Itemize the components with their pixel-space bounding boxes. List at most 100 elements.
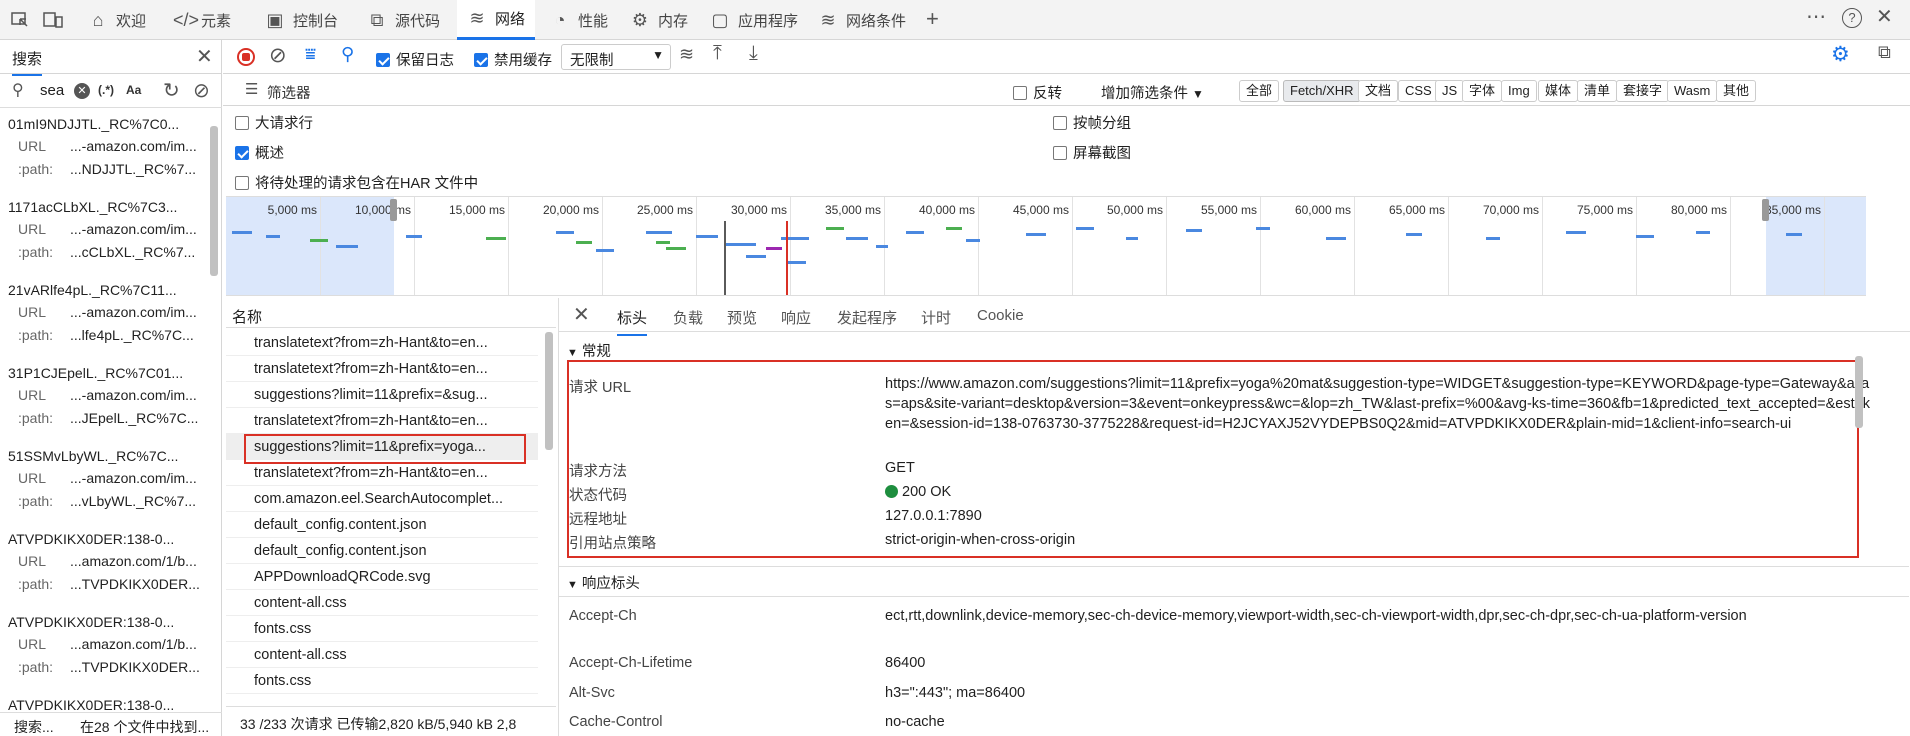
search-icon[interactable]: ⚲ <box>341 44 354 65</box>
memory-icon: ⚙ <box>631 9 649 30</box>
request-row[interactable]: fonts.css <box>226 616 538 642</box>
search-result-item[interactable]: 1171acCLbXL._RC%7C3... URL ...-amazon.co… <box>0 199 210 274</box>
tab-sources[interactable]: ⧉ 源代码 <box>357 0 450 40</box>
search-result-item[interactable]: 51SSMvLbyWL._RC%7C... URL ...-amazon.com… <box>0 448 210 523</box>
record-icon[interactable] <box>237 48 255 66</box>
column-header-name[interactable]: 名称 <box>226 298 556 328</box>
filter-chip-font[interactable]: 字体 <box>1462 80 1503 102</box>
tab-timing[interactable]: 计时 <box>921 307 951 328</box>
request-row[interactable]: com.amazon.eel.SearchAutocomplet... <box>226 486 538 512</box>
filter-chip-manifest[interactable]: 清单 <box>1577 80 1618 102</box>
result-path: ...cCLbXL._RC%7... <box>70 244 196 260</box>
tab-payload[interactable]: 负载 <box>673 307 703 328</box>
request-row[interactable]: translatetext?from=zh-Hant&to=en... <box>226 408 538 434</box>
request-row[interactable]: default_config.content.json <box>226 538 538 564</box>
header-key: Accept-Ch <box>569 608 637 624</box>
scrollbar[interactable] <box>210 126 218 276</box>
tab-cookies[interactable]: Cookie <box>977 307 1024 324</box>
scrollbar[interactable] <box>545 332 553 450</box>
timeline-overview[interactable]: 5,000 ms 10,000 ms 15,000 ms 20,000 ms 25,00… <box>226 196 1866 296</box>
screenshots-checkbox[interactable]: 屏幕截图 <box>1053 142 1131 163</box>
close-icon[interactable]: ✕ <box>1876 4 1893 29</box>
request-row[interactable]: fonts.css <box>226 668 538 694</box>
tab-response[interactable]: 响应 <box>781 307 811 328</box>
disable-cache-checkbox[interactable]: 禁用缓存 <box>474 49 552 70</box>
tab-application[interactable]: ▢ 应用程序 <box>700 0 808 40</box>
filter-chip-media[interactable]: 媒体 <box>1538 80 1579 102</box>
search-result-item[interactable]: ATVPDKIKX0DER:138-0... URL ...amazon.com… <box>0 614 210 689</box>
filter-chip-all[interactable]: 全部 <box>1239 80 1280 102</box>
settings-icon[interactable]: ⚙ <box>1831 42 1850 67</box>
refresh-icon[interactable]: ↻ <box>163 78 180 103</box>
tab-welcome[interactable]: ⌂ 欢迎 <box>78 0 156 40</box>
throttling-select[interactable]: 无限制 ▼ <box>561 44 671 70</box>
tab-search[interactable]: 搜索 <box>12 48 43 76</box>
tab-initiator[interactable]: 发起程序 <box>837 307 897 328</box>
request-row[interactable]: content-all.css <box>226 642 538 668</box>
filter-chip-doc[interactable]: 文档 <box>1358 80 1399 102</box>
clear-icon[interactable]: ✕ <box>74 83 90 99</box>
upload-icon[interactable]: ⤒ <box>713 42 722 65</box>
request-row[interactable]: suggestions?limit=11&prefix=&sug... <box>226 382 538 408</box>
search-result-item[interactable]: 01mI9NDJJTL._RC%7C0... URL ...-amazon.co… <box>0 116 210 191</box>
regex-toggle[interactable]: (.*) <box>98 83 114 97</box>
filter-chip-img[interactable]: Img <box>1501 80 1537 102</box>
filter-chip-socket[interactable]: 套接字 <box>1616 80 1670 102</box>
more-filters-dropdown[interactable]: 增加筛选条件 ▼ <box>1101 82 1204 103</box>
dock-side-icon[interactable]: ⧉ <box>1878 42 1891 63</box>
overview-handle-left[interactable] <box>390 199 397 221</box>
big-rows-checkbox[interactable]: 大请求行 <box>235 112 313 133</box>
request-url-value: https://www.amazon.com/suggestions?limit… <box>885 376 1870 432</box>
tab-console[interactable]: ▣ 控制台 <box>255 0 348 40</box>
inspect-element-icon[interactable] <box>10 10 30 30</box>
tab-performance[interactable]: ◔ 性能 <box>540 0 618 40</box>
filter-chip-js[interactable]: JS <box>1435 80 1465 102</box>
har-pending-checkbox[interactable]: 将待处理的请求包含在HAR 文件中 <box>235 172 478 193</box>
search-input[interactable]: sea <box>40 82 64 99</box>
close-icon[interactable]: ✕ <box>573 302 590 327</box>
overview-handle-right[interactable] <box>1762 199 1769 221</box>
help-icon[interactable]: ? <box>1842 8 1862 28</box>
device-toolbar-icon[interactable] <box>42 10 64 30</box>
filter-chip-css[interactable]: CSS <box>1398 80 1439 102</box>
close-icon[interactable]: ✕ <box>196 44 213 69</box>
request-row[interactable]: default_config.content.json <box>226 512 538 538</box>
search-result-item[interactable]: 31P1CJEpelL._RC%7C01... URL ...-amazon.c… <box>0 365 210 440</box>
request-row[interactable]: translatetext?from=zh-Hant&to=en... <box>226 356 538 382</box>
filter-chip-wasm[interactable]: Wasm <box>1667 80 1718 102</box>
section-response-headers[interactable]: ▼ 响应标头 <box>567 572 640 593</box>
waterfall-bar <box>1326 237 1346 240</box>
request-row[interactable]: APPDownloadQRCode.svg <box>226 564 538 590</box>
clear-search-icon[interactable]: ⊘ <box>193 78 210 103</box>
filter-input[interactable]: 筛选器 <box>267 82 827 103</box>
tab-network-conditions[interactable]: ≋ 网络条件 <box>808 0 916 40</box>
clear-log-icon[interactable]: ⊘ <box>269 43 287 68</box>
overview-checkbox[interactable]: 概述 <box>235 142 284 163</box>
tab-label: 源代码 <box>395 12 441 30</box>
timeline-tick-label: 55,000 ms <box>1200 203 1257 217</box>
more-options-icon[interactable]: ⋯ <box>1806 4 1826 29</box>
scrollbar[interactable] <box>1855 356 1863 428</box>
result-path: ...TVPDKIKX0DER... <box>70 576 200 592</box>
add-tab-icon[interactable]: + <box>926 6 939 32</box>
match-case-toggle[interactable]: Aa <box>126 83 141 97</box>
search-result-item[interactable]: ATVPDKIKX0DER:138-0... URL ...amazon.com… <box>0 531 210 606</box>
code-icon: </> <box>173 9 200 30</box>
tab-network[interactable]: ≋ 网络 <box>457 0 536 40</box>
request-row[interactable]: content-all.css <box>226 590 538 616</box>
download-icon[interactable]: ⤓ <box>749 42 758 65</box>
request-row[interactable]: translatetext?from=zh-Hant&to=en... <box>226 330 538 356</box>
tab-memory[interactable]: ⚙ 内存 <box>620 0 698 40</box>
filter-chip-fetch-xhr[interactable]: Fetch/XHR <box>1283 80 1361 102</box>
filter-chip-other[interactable]: 其他 <box>1716 80 1757 102</box>
tab-preview[interactable]: 预览 <box>727 307 757 328</box>
preserve-log-checkbox[interactable]: 保留日志 <box>376 49 454 70</box>
tab-headers[interactable]: 标头 <box>617 307 648 336</box>
network-conditions-icon[interactable]: ≋ <box>679 44 694 65</box>
invert-checkbox[interactable]: 反转 <box>1013 82 1062 103</box>
section-general[interactable]: ▼ 常规 <box>567 340 611 361</box>
group-by-frame-checkbox[interactable]: 按帧分组 <box>1053 112 1131 133</box>
search-result-item[interactable]: 21vARlfe4pL._RC%7C11... URL ...-amazon.c… <box>0 282 210 357</box>
tab-elements[interactable]: </> 元素 <box>163 0 241 40</box>
filter-icon[interactable]: ⩸ <box>305 44 316 65</box>
